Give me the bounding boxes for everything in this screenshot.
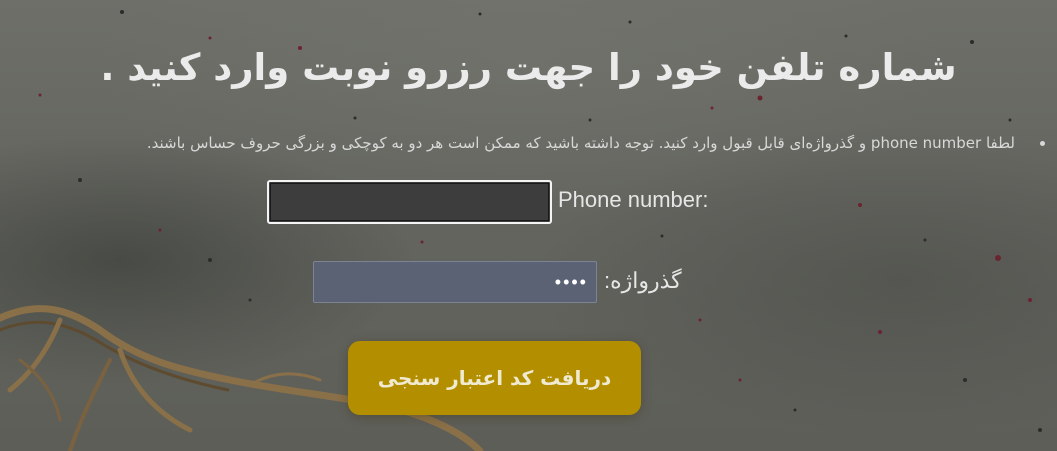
instruction-item: لطفا phone number و گذرواژه‌ای قابل قبول… [0, 134, 1029, 152]
phone-input[interactable] [267, 180, 552, 224]
instruction-list: لطفا phone number و گذرواژه‌ای قابل قبول… [0, 134, 1029, 152]
get-verification-code-button[interactable]: دریافت کد اعتبار سنجی [348, 341, 641, 415]
page-title: شماره تلفن خود را جهت رزرو نوبت وارد کنی… [100, 46, 957, 89]
password-label: گذرواژه: [604, 268, 682, 293]
password-input[interactable] [313, 261, 597, 303]
phone-label: Phone number: [558, 187, 709, 212]
